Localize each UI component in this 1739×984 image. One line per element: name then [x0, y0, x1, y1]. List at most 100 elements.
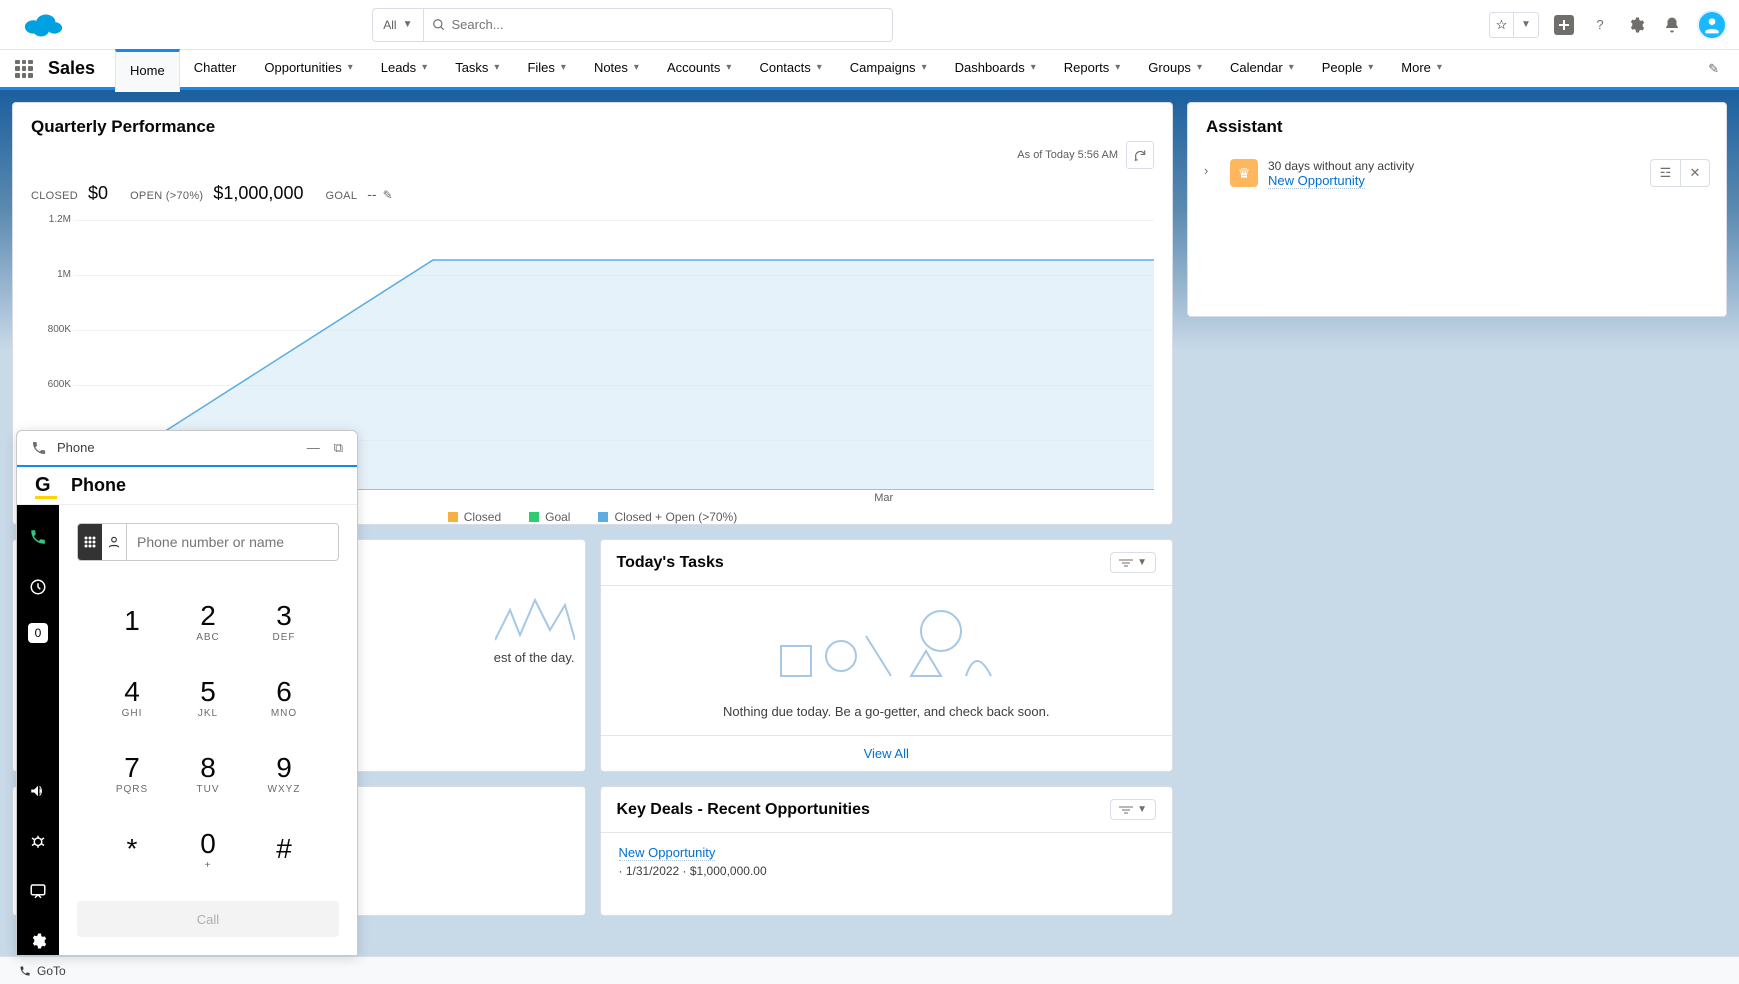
keypad-key-#[interactable]: #: [248, 813, 320, 885]
phone-minimize-icon[interactable]: —: [307, 440, 320, 456]
nav-tab-label: Opportunities: [264, 60, 341, 75]
notifications-bell-icon[interactable]: [1661, 14, 1683, 36]
chevron-down-icon[interactable]: ▾: [494, 62, 499, 73]
search-scope-picker[interactable]: All ▼: [372, 8, 422, 42]
keypad-mode-icon[interactable]: [78, 524, 102, 560]
contact-mode-icon[interactable]: [102, 524, 126, 560]
nav-tab-accounts[interactable]: Accounts ▾: [653, 49, 746, 89]
util-goto[interactable]: GoTo: [10, 959, 75, 983]
search-input-wrap[interactable]: [423, 8, 893, 42]
key-number: 7: [124, 752, 140, 784]
tasks-illustration: [601, 586, 1173, 696]
refresh-icon: [1133, 148, 1147, 162]
nav-tab-label: Accounts: [667, 60, 720, 75]
dial-mode-toggle[interactable]: [78, 524, 127, 560]
chevron-down-icon[interactable]: ▾: [634, 62, 639, 73]
edit-goal-pencil-icon[interactable]: ✎: [383, 188, 393, 202]
favorite-menu[interactable]: ▼: [1514, 13, 1538, 37]
favorite-star-icon[interactable]: ☆: [1490, 13, 1514, 37]
nav-tab-more[interactable]: More▾: [1387, 49, 1456, 89]
tasks-filter-menu[interactable]: ▼: [1110, 552, 1156, 573]
keypad-key-8[interactable]: 8TUV: [172, 737, 244, 809]
rail-voicemail-badge[interactable]: 0: [28, 623, 48, 643]
nav-tab-people[interactable]: People▾: [1308, 49, 1388, 89]
nav-tab-groups[interactable]: Groups ▾: [1134, 49, 1216, 89]
assistant-item-link[interactable]: New Opportunity: [1268, 173, 1365, 189]
deals-filter-menu[interactable]: ▼: [1110, 799, 1156, 820]
crown-icon: ♛: [1230, 159, 1258, 187]
rail-settings-gear-icon[interactable]: [24, 927, 52, 955]
chevron-down-icon[interactable]: ▾: [1197, 62, 1202, 73]
nav-tab-chatter[interactable]: Chatter: [180, 49, 251, 89]
y-tick: 600K: [31, 379, 71, 390]
setup-gear-icon[interactable]: [1625, 14, 1647, 36]
deal-link[interactable]: New Opportunity: [619, 845, 716, 861]
keypad-key-3[interactable]: 3DEF: [248, 585, 320, 657]
nav-tab-label: Tasks: [455, 60, 488, 75]
nav-tab-label: Campaigns: [850, 60, 916, 75]
nav-tab-dashboards[interactable]: Dashboards▾: [941, 49, 1050, 89]
nav-tab-campaigns[interactable]: Campaigns ▾: [836, 49, 941, 89]
phone-side-rail: 0: [17, 505, 59, 955]
chevron-down-icon[interactable]: ▾: [817, 62, 822, 73]
nav-tab-reports[interactable]: Reports▾: [1050, 49, 1135, 89]
keypad-key-*[interactable]: *: [96, 813, 168, 885]
keypad-key-2[interactable]: 2ABC: [172, 585, 244, 657]
util-goto-label: GoTo: [37, 964, 66, 978]
user-avatar[interactable]: [1697, 10, 1727, 40]
nav-tab-calendar[interactable]: Calendar▾: [1216, 49, 1308, 89]
chevron-down-icon[interactable]: ▾: [1368, 62, 1373, 73]
rail-history-icon[interactable]: [24, 573, 52, 601]
nav-tab-opportunities[interactable]: Opportunities ▾: [250, 49, 366, 89]
nav-tab-leads[interactable]: Leads▾: [367, 49, 441, 89]
rail-call-icon[interactable]: [24, 523, 52, 551]
keypad-key-9[interactable]: 9WXYZ: [248, 737, 320, 809]
assistant-action-tasks-icon[interactable]: ☲: [1650, 159, 1680, 187]
dial-input[interactable]: [127, 524, 338, 560]
chevron-down-icon[interactable]: ▾: [1289, 62, 1294, 73]
keypad-key-0[interactable]: 0+: [172, 813, 244, 885]
assistant-dismiss-icon[interactable]: ✕: [1680, 159, 1710, 187]
refresh-button[interactable]: [1126, 141, 1154, 169]
chevron-down-icon[interactable]: ▾: [1115, 62, 1120, 73]
chevron-down-icon[interactable]: ▾: [1437, 62, 1442, 73]
nav-tab-files[interactable]: Files▾: [513, 49, 579, 89]
keypad-key-4[interactable]: 4GHI: [96, 661, 168, 733]
edit-nav-pencil-icon[interactable]: ✎: [1700, 61, 1727, 77]
chevron-down-icon[interactable]: ▾: [726, 62, 731, 73]
nav-tab-contacts[interactable]: Contacts▾: [745, 49, 835, 89]
help-icon[interactable]: ?: [1589, 14, 1611, 36]
app-launcher-icon[interactable]: [12, 57, 36, 81]
perf-asof: As of Today 5:56 AM: [1017, 149, 1118, 161]
search-input[interactable]: [452, 9, 884, 41]
chevron-down-icon[interactable]: ▾: [561, 62, 566, 73]
keypad-key-1[interactable]: 1: [96, 585, 168, 657]
add-icon[interactable]: [1553, 14, 1575, 36]
chevron-down-icon[interactable]: ▾: [1031, 62, 1036, 73]
keypad-key-5[interactable]: 5JKL: [172, 661, 244, 733]
side-column: Assistant › ♛ 30 days without any activi…: [1187, 102, 1727, 944]
rail-feedback-icon[interactable]: [24, 877, 52, 905]
chevron-down-icon[interactable]: ▾: [922, 62, 927, 73]
chevron-down-icon[interactable]: ▾: [422, 62, 427, 73]
nav-tab-notes[interactable]: Notes▾: [580, 49, 653, 89]
phone-icon: [31, 440, 47, 456]
rail-announce-icon[interactable]: [24, 777, 52, 805]
nav-tab-label: Home: [130, 63, 165, 78]
keypad-key-6[interactable]: 6MNO: [248, 661, 320, 733]
call-button[interactable]: Call: [77, 901, 339, 937]
chevron-down-icon[interactable]: ▾: [348, 62, 353, 73]
nav-tab-label: Groups: [1148, 60, 1191, 75]
assistant-expand-chevron-icon[interactable]: ›: [1204, 159, 1220, 178]
utility-bar: GoTo: [0, 956, 1739, 984]
global-search: All ▼: [372, 8, 892, 42]
tasks-view-all-link[interactable]: View All: [864, 746, 909, 761]
key-letters: GHI: [122, 708, 143, 719]
nav-tab-home[interactable]: Home: [115, 49, 180, 92]
keypad-key-7[interactable]: 7PQRS: [96, 737, 168, 809]
phone-panel: Phone — ⧉ G Phone 0: [16, 430, 358, 956]
rail-bug-icon[interactable]: [24, 827, 52, 855]
dialer-area: 12ABC3DEF4GHI5JKL6MNO7PQRS8TUV9WXYZ*0+# …: [59, 505, 357, 955]
phone-popout-icon[interactable]: ⧉: [334, 440, 343, 456]
nav-tab-tasks[interactable]: Tasks ▾: [441, 49, 513, 89]
